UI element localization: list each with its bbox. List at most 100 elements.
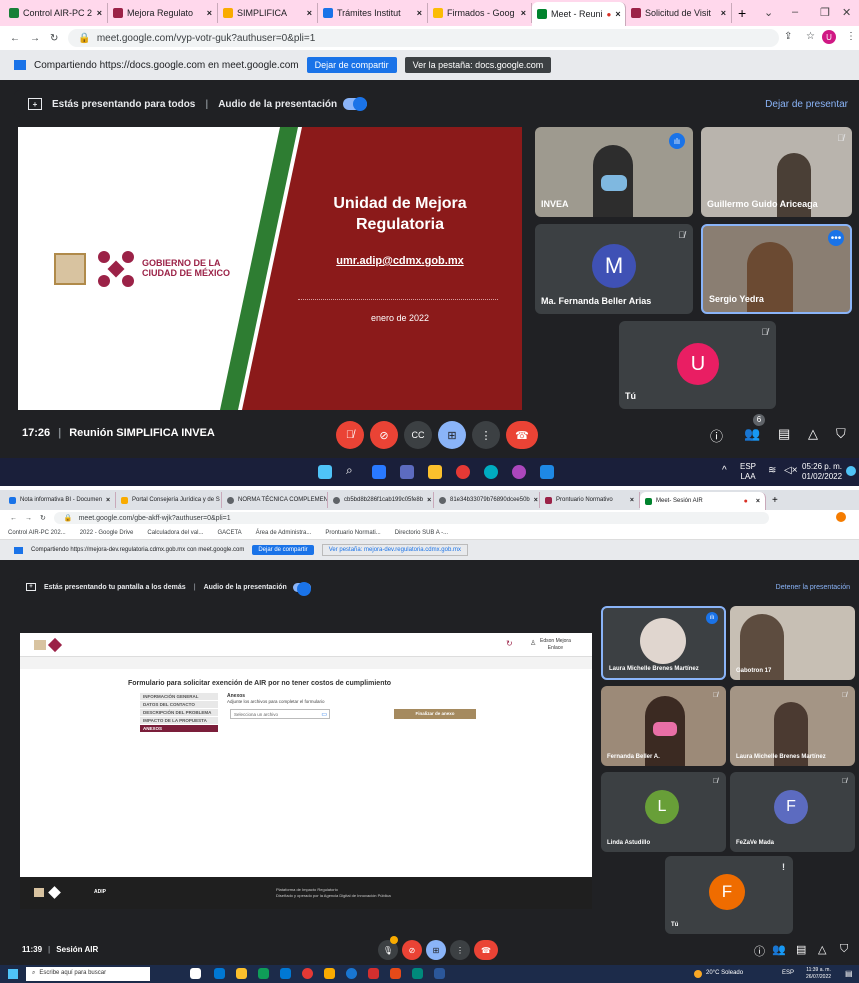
profile-avatar[interactable]: U	[822, 30, 836, 44]
star-icon[interactable]: ☆	[806, 31, 815, 42]
refresh-icon[interactable]: ↻	[506, 639, 513, 648]
participant-tile[interactable]: ılı INVEA	[535, 127, 693, 217]
forward-icon[interactable]: →	[30, 33, 40, 44]
menu-icon[interactable]: ⋮	[846, 31, 856, 42]
lock-icon[interactable]: ⛉	[840, 943, 848, 956]
close-icon[interactable]: ×	[534, 497, 538, 504]
bookmark[interactable]: Área de Administra...	[256, 530, 312, 536]
language-indicator[interactable]: ESP LAA	[740, 462, 756, 482]
close-icon[interactable]: ×	[615, 9, 620, 19]
bookmark[interactable]: Calculadora del val...	[147, 530, 203, 536]
app-icon[interactable]	[540, 465, 554, 479]
chrome-icon[interactable]	[302, 968, 313, 979]
captions-button[interactable]: CC	[404, 421, 432, 449]
more-options-button[interactable]: ⋮	[472, 421, 500, 449]
app-icon[interactable]	[368, 968, 379, 979]
bookmark[interactable]: Directorio SUB A -...	[395, 530, 448, 536]
participant-tile[interactable]: M 🎙̸ Ma. Fernanda Beller Arias	[535, 224, 693, 314]
bookmark[interactable]: Prontuario Normati...	[325, 530, 380, 536]
present-button[interactable]: ⊞	[426, 940, 446, 960]
participant-tile[interactable]: 🎙̸ Guillermo Guido Ariceaga	[701, 127, 852, 217]
participant-tile[interactable]: 🎙̸ Fernanda Beller A.	[601, 686, 726, 766]
bookmark[interactable]: GACETA	[217, 530, 241, 536]
close-icon[interactable]: ×	[721, 8, 726, 18]
audio-toggle[interactable]	[343, 97, 368, 111]
info-icon[interactable]: ⓘ	[710, 426, 723, 445]
close-icon[interactable]: ×	[97, 8, 102, 18]
close-icon[interactable]: ×	[756, 498, 760, 505]
leave-call-button[interactable]: ☎	[474, 940, 498, 960]
participant-tile-self[interactable]: U 🎙̸ Tú	[619, 321, 776, 409]
notification-icon[interactable]	[846, 466, 856, 476]
new-tab-icon[interactable]: +	[772, 495, 778, 506]
weather-text[interactable]: 20°C Soleado	[706, 970, 743, 976]
system-clock[interactable]: 05:26 p. m. 01/02/2022	[802, 462, 842, 482]
close-icon[interactable]: ×	[106, 497, 110, 504]
leave-call-button[interactable]: ☎	[506, 421, 538, 449]
participant-tile[interactable]: F 🎙̸ FeZaVe Mada	[730, 772, 855, 852]
view-tab-button[interactable]: Ver pestaña: mejora-dev.regulatoria.cdmx…	[321, 544, 468, 556]
stop-sharing-button[interactable]: Dejar de compartir	[306, 57, 397, 73]
sidebar-item[interactable]: INFORMACIÓN GENERAL	[140, 693, 218, 700]
sidebar-item[interactable]: DATOS DEL CONTACTO	[140, 701, 218, 708]
close-icon[interactable]: ×	[521, 8, 526, 18]
user-icon[interactable]: ♙	[530, 639, 536, 647]
chevron-down-icon[interactable]: ⌄	[764, 6, 773, 19]
chrome-profile-icon[interactable]	[512, 465, 526, 479]
browser-tab[interactable]: cb5bd8b286f1cab199c05fe8b ×	[328, 492, 434, 508]
sidebar-item[interactable]: DESCRIPCIÓN DEL PROBLEMA	[140, 709, 218, 716]
host-controls-icon[interactable]: ⛉	[836, 426, 846, 442]
view-tab-button[interactable]: Ver la pestaña: docs.google.com	[404, 57, 552, 73]
close-window-icon[interactable]: ✕	[842, 6, 851, 19]
activities-icon[interactable]: △	[818, 943, 826, 956]
more-options-button[interactable]: ⋮	[450, 940, 470, 960]
close-icon[interactable]: ×	[427, 497, 431, 504]
sidebar-item[interactable]: IMPACTO DE LA PROPUESTA	[140, 717, 218, 724]
minimize-icon[interactable]: –	[792, 6, 798, 18]
bookmark[interactable]: 2022 - Google Drive	[80, 530, 134, 536]
stop-presenting-link[interactable]: Detener la presentación	[776, 584, 850, 591]
browser-tab[interactable]: Portal Consejería Jurídica y de S×	[116, 492, 222, 508]
taskbar-search[interactable]: ⌕ Escribe aquí para buscar	[26, 967, 150, 981]
volume-icon[interactable]: ◁×	[784, 465, 798, 476]
bookmark[interactable]: Control AIR-PC 202...	[8, 530, 66, 536]
camera-off-button[interactable]: ⊘	[370, 421, 398, 449]
close-icon[interactable]: ×	[207, 8, 212, 18]
browser-tab-active[interactable]: Meet- Sesión AIR ● ×	[640, 492, 766, 510]
word-icon[interactable]	[434, 968, 445, 979]
participant-tile-pinned[interactable]: ••• Sergio Yedra	[701, 224, 852, 314]
notification-icon[interactable]: ▤	[845, 969, 853, 978]
back-icon[interactable]: ←	[10, 515, 17, 522]
app-icon[interactable]	[412, 968, 423, 979]
browser-tab[interactable]: SIMPLIFICA ×	[218, 3, 318, 23]
teams-icon[interactable]	[400, 465, 414, 479]
mic-off-button[interactable]: 🎙̸	[336, 421, 364, 449]
system-clock[interactable]: 11:39 a. m. 26/07/2022	[806, 967, 831, 981]
browser-tab[interactable]: Solicitud de Visit ×	[626, 3, 732, 23]
participant-tile[interactable]: ılı Laura Michelle Brenes Martínez	[601, 606, 726, 680]
wifi-icon[interactable]: ≋	[768, 465, 776, 476]
file-explorer-icon[interactable]	[428, 465, 442, 479]
chat-icon[interactable]: ▤	[778, 426, 790, 442]
stop-sharing-button[interactable]: Dejar de compartir	[252, 545, 314, 555]
browser-tab[interactable]: Trámites Institut ×	[318, 3, 428, 23]
browser-tab[interactable]: Prontuario Normativo ×	[540, 492, 640, 508]
browser-tab-active[interactable]: Meet - Reuni ● ×	[532, 2, 626, 26]
browser-tab[interactable]: NORMA TÉCNICA COMPLEMEN×	[222, 492, 328, 508]
back-icon[interactable]: ←	[10, 33, 20, 44]
new-tab-icon[interactable]: +	[738, 5, 746, 21]
participant-tile[interactable]: L 🎙̸ Linda Astudillo	[601, 772, 726, 852]
task-view-icon[interactable]	[372, 465, 386, 479]
file-explorer-icon[interactable]	[236, 968, 247, 979]
task-view-icon[interactable]	[190, 968, 201, 979]
participant-tile-self[interactable]: F ! Tú	[665, 856, 793, 934]
mail-icon[interactable]	[280, 968, 291, 979]
windows-start-icon[interactable]	[318, 465, 332, 479]
camera-off-button[interactable]: ⊘	[402, 940, 422, 960]
restore-icon[interactable]: ❐	[820, 6, 830, 19]
more-options-icon[interactable]: •••	[828, 230, 844, 246]
browser-tab[interactable]: Mejora Regulato ×	[108, 3, 218, 23]
file-input[interactable]: Selecciona un archivo ▭	[230, 709, 330, 719]
reload-icon[interactable]: ↻	[40, 514, 46, 522]
windows-start-icon[interactable]	[8, 969, 18, 979]
